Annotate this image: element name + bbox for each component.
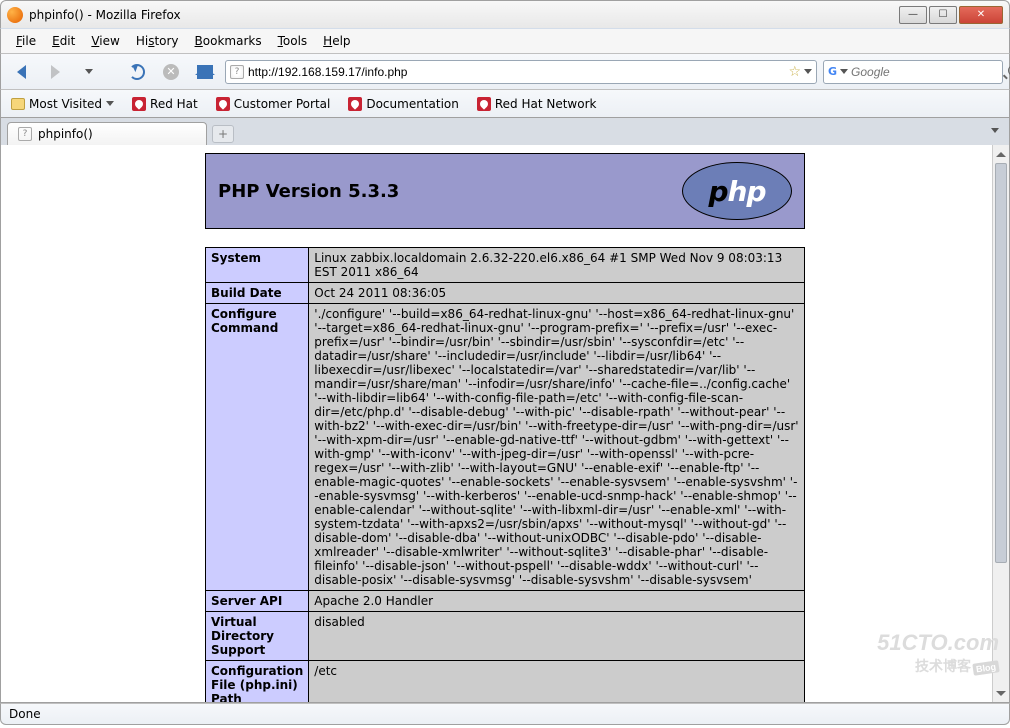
firefox-icon bbox=[7, 7, 23, 23]
menu-tools[interactable]: Tools bbox=[271, 31, 315, 51]
reload-button[interactable] bbox=[123, 58, 151, 86]
bookmark-label: Red Hat Network bbox=[495, 97, 597, 111]
bookmarks-toolbar: Most Visited Red Hat Customer Portal Doc… bbox=[0, 90, 1010, 118]
phpinfo-page: PHP Version 5.3.3 php SystemLinux zabbix… bbox=[205, 153, 805, 703]
bookmark-label: Red Hat bbox=[150, 97, 198, 111]
php-version-heading: PHP Version 5.3.3 bbox=[218, 181, 399, 202]
redhat-icon bbox=[348, 97, 362, 111]
cell-value: /etc bbox=[309, 661, 805, 704]
table-row: SystemLinux zabbix.localdomain 2.6.32-22… bbox=[206, 248, 805, 283]
scroll-thumb[interactable] bbox=[995, 163, 1007, 563]
php-logo: php bbox=[682, 162, 792, 220]
bookmark-most-visited[interactable]: Most Visited bbox=[7, 95, 118, 113]
watermark: 51CTO.com 技术博客Blog bbox=[877, 630, 999, 676]
navigation-toolbar: ✕ ☆ G bbox=[0, 54, 1010, 90]
scroll-up-button[interactable] bbox=[993, 145, 1009, 162]
scroll-down-button[interactable] bbox=[993, 685, 1009, 702]
close-button[interactable]: ✕ bbox=[959, 6, 1003, 24]
window-title: phpinfo() - Mozilla Firefox bbox=[29, 8, 899, 22]
tab-strip: phpinfo() + bbox=[0, 118, 1010, 145]
bookmark-customer-portal[interactable]: Customer Portal bbox=[212, 95, 335, 113]
cell-key: Server API bbox=[206, 591, 309, 612]
watermark-line2: 技术博客Blog bbox=[877, 656, 999, 676]
scrollbar[interactable] bbox=[992, 145, 1009, 702]
reload-icon bbox=[129, 64, 145, 80]
minimize-button[interactable]: — bbox=[899, 6, 927, 24]
search-engine-dropdown-icon[interactable] bbox=[840, 69, 848, 74]
menu-history[interactable]: History bbox=[129, 31, 186, 51]
home-button[interactable] bbox=[191, 58, 219, 86]
stop-button[interactable]: ✕ bbox=[157, 58, 185, 86]
back-button[interactable] bbox=[7, 58, 35, 86]
menu-edit[interactable]: Edit bbox=[45, 31, 82, 51]
url-bar[interactable]: ☆ bbox=[225, 60, 817, 84]
page-icon bbox=[18, 127, 32, 141]
chevron-down-icon bbox=[85, 69, 93, 74]
arrow-left-icon bbox=[17, 65, 26, 79]
window-controls: — ☐ ✕ bbox=[899, 6, 1003, 24]
arrow-right-icon bbox=[51, 65, 60, 79]
cell-value: Linux zabbix.localdomain 2.6.32-220.el6.… bbox=[309, 248, 805, 283]
menu-bar: File Edit View History Bookmarks Tools H… bbox=[0, 28, 1010, 54]
tab-list-button[interactable] bbox=[991, 128, 999, 133]
status-bar: Done bbox=[0, 703, 1010, 725]
table-row: Virtual Directory Supportdisabled bbox=[206, 612, 805, 661]
tab-title: phpinfo() bbox=[38, 127, 93, 141]
watermark-line1: 51CTO.com bbox=[877, 630, 999, 656]
cell-value: Apache 2.0 Handler bbox=[309, 591, 805, 612]
table-row: Server APIApache 2.0 Handler bbox=[206, 591, 805, 612]
cell-key: Configure Command bbox=[206, 304, 309, 591]
search-input[interactable] bbox=[851, 65, 1008, 79]
cell-key: Virtual Directory Support bbox=[206, 612, 309, 661]
phpinfo-table: SystemLinux zabbix.localdomain 2.6.32-22… bbox=[205, 247, 805, 703]
status-text: Done bbox=[9, 707, 41, 721]
url-dropdown-icon[interactable] bbox=[804, 69, 812, 74]
window-titlebar: phpinfo() - Mozilla Firefox — ☐ ✕ bbox=[0, 0, 1010, 28]
bookmark-documentation[interactable]: Documentation bbox=[344, 95, 463, 113]
table-row: Configuration File (php.ini) Path/etc bbox=[206, 661, 805, 704]
chevron-down-icon bbox=[106, 101, 114, 106]
new-tab-button[interactable]: + bbox=[212, 125, 234, 143]
cell-key: System bbox=[206, 248, 309, 283]
php-header: PHP Version 5.3.3 php bbox=[205, 153, 805, 229]
redhat-icon bbox=[216, 97, 230, 111]
bookmark-red-hat-network[interactable]: Red Hat Network bbox=[473, 95, 601, 113]
menu-view[interactable]: View bbox=[84, 31, 126, 51]
cell-value: disabled bbox=[309, 612, 805, 661]
google-icon[interactable]: G bbox=[828, 65, 837, 79]
bookmark-label: Most Visited bbox=[29, 97, 102, 111]
home-icon bbox=[197, 65, 213, 79]
content-area: PHP Version 5.3.3 php SystemLinux zabbix… bbox=[0, 145, 1010, 703]
bookmark-red-hat[interactable]: Red Hat bbox=[128, 95, 202, 113]
maximize-button[interactable]: ☐ bbox=[929, 6, 957, 24]
folder-icon bbox=[11, 98, 25, 110]
cell-key: Configuration File (php.ini) Path bbox=[206, 661, 309, 704]
forward-button[interactable] bbox=[41, 58, 69, 86]
tab-phpinfo[interactable]: phpinfo() bbox=[7, 122, 207, 146]
stop-icon: ✕ bbox=[163, 64, 179, 80]
menu-file[interactable]: File bbox=[9, 31, 43, 51]
bookmark-label: Customer Portal bbox=[234, 97, 331, 111]
menu-help[interactable]: Help bbox=[316, 31, 357, 51]
menu-bookmarks[interactable]: Bookmarks bbox=[188, 31, 269, 51]
site-identity-icon[interactable] bbox=[230, 65, 244, 79]
recent-pages-button[interactable] bbox=[75, 58, 103, 86]
cell-key: Build Date bbox=[206, 283, 309, 304]
search-bar[interactable]: G bbox=[823, 60, 1003, 84]
table-row: Build DateOct 24 2011 08:36:05 bbox=[206, 283, 805, 304]
cell-value: Oct 24 2011 08:36:05 bbox=[309, 283, 805, 304]
redhat-icon bbox=[477, 97, 491, 111]
url-input[interactable] bbox=[248, 65, 785, 79]
table-row: Configure Command'./configure' '--build=… bbox=[206, 304, 805, 591]
redhat-icon bbox=[132, 97, 146, 111]
bookmark-star-icon[interactable]: ☆ bbox=[788, 64, 801, 80]
bookmark-label: Documentation bbox=[366, 97, 459, 111]
cell-value: './configure' '--build=x86_64-redhat-lin… bbox=[309, 304, 805, 591]
